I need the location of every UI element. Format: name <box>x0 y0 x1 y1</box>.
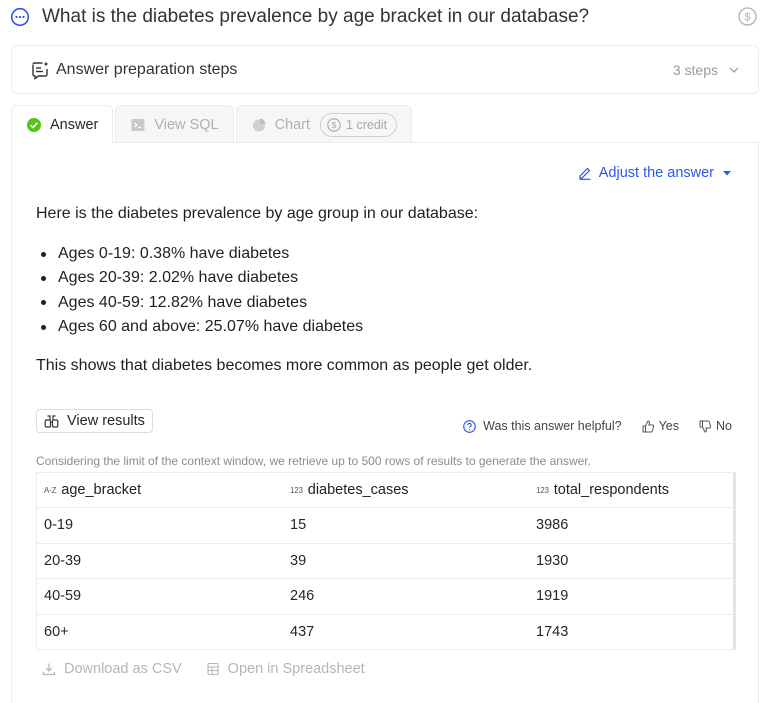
bullet-dot <box>41 275 46 281</box>
table-cell: 20-39 <box>44 552 82 569</box>
number-type-icon: 123 <box>536 485 549 495</box>
question-header: What is the diabetes prevalence by age b… <box>10 4 760 30</box>
table-row: 40-59 246 1919 <box>37 578 733 614</box>
table-cell: 3986 <box>536 517 569 534</box>
download-csv-button[interactable]: Download as CSV <box>42 661 182 677</box>
list-item: Ages 40-59: 12.82% have diabetes <box>36 291 363 315</box>
spreadsheet-icon <box>206 662 220 676</box>
context-window-note: Considering the limit of the context win… <box>36 454 591 468</box>
adjust-answer-label: Adjust the answer <box>598 165 714 181</box>
column-header-total-respondents[interactable]: 123 total_respondents <box>529 482 733 498</box>
list-item: Ages 60 and above: 25.07% have diabetes <box>36 315 363 339</box>
open-spreadsheet-button[interactable]: Open in Spreadsheet <box>206 661 365 677</box>
table-cell: 40-59 <box>44 588 82 605</box>
dollar-coin-icon: $ <box>327 117 341 132</box>
thumbs-up-icon <box>642 419 655 433</box>
table-cell: 1919 <box>536 588 569 605</box>
pencil-icon <box>578 166 592 180</box>
feedback-yes-button[interactable]: Yes <box>642 419 679 433</box>
view-results-label: View results <box>67 413 145 429</box>
column-header-diabetes-cases[interactable]: 123 diabetes_cases <box>283 482 529 498</box>
steps-count: 3 steps <box>672 61 718 78</box>
tab-answer[interactable]: Answer <box>11 105 114 144</box>
table-cell: 15 <box>290 517 307 534</box>
answer-intro: Here is the diabetes prevalence by age g… <box>36 205 479 222</box>
feedback-yes-label: Yes <box>658 419 680 433</box>
pie-chart-icon <box>251 117 267 133</box>
dollar-coin-icon[interactable]: $ <box>738 7 757 26</box>
table-header-row: A-Z age_bracket 123 diabetes_cases 123 t… <box>37 473 733 507</box>
answer-feedback: Was this answer helpful? Yes No <box>463 419 732 433</box>
tab-answer-label: Answer <box>50 117 99 133</box>
chat-bubble-icon <box>10 7 30 27</box>
bullet-dot <box>41 251 46 257</box>
table-cell: 246 <box>290 588 315 605</box>
steps-label: Answer preparation steps <box>56 60 238 78</box>
feedback-no-label: No <box>716 419 732 433</box>
bullet-text: Ages 0-19: 0.38% have diabetes <box>58 245 290 263</box>
svg-text:$: $ <box>332 120 337 130</box>
column-header-label: diabetes_cases <box>307 482 409 498</box>
question-title: What is the diabetes prevalence by age b… <box>42 6 590 27</box>
tab-view-sql[interactable]: View SQL <box>115 105 234 143</box>
download-icon <box>42 662 56 676</box>
feedback-no-button[interactable]: No <box>699 419 732 433</box>
table-cell: 39 <box>290 552 307 569</box>
bullet-text: Ages 40-59: 12.82% have diabetes <box>58 293 308 311</box>
bullet-text: Ages 20-39: 2.02% have diabetes <box>58 269 299 287</box>
bullet-dot <box>41 300 46 306</box>
credit-badge-label: 1 credit <box>346 117 388 132</box>
table-row: 0-19 15 3986 <box>37 507 733 543</box>
answer-panel: Adjust the answer Here is the diabetes p… <box>11 142 759 703</box>
credit-badge: $ 1 credit <box>320 112 398 137</box>
table-cell: 0-19 <box>44 517 74 534</box>
table-cell: 60+ <box>44 623 69 640</box>
caret-down-icon <box>722 168 732 178</box>
check-circle-icon <box>26 117 42 133</box>
results-actions: Download as CSV Open in Spreadsheet <box>42 661 389 677</box>
column-header-age-bracket[interactable]: A-Z age_bracket <box>37 482 283 498</box>
tab-view-sql-label: View SQL <box>154 116 219 133</box>
open-spreadsheet-label: Open in Spreadsheet <box>227 661 365 677</box>
list-item: Ages 0-19: 0.38% have diabetes <box>36 242 363 266</box>
answer-bullet-list: Ages 0-19: 0.38% have diabetes Ages 20-3… <box>36 242 363 339</box>
table-cell: 1930 <box>536 552 569 569</box>
tab-chart[interactable]: Chart $ 1 credit <box>235 105 413 143</box>
bullet-text: Ages 60 and above: 25.07% have diabetes <box>58 318 364 336</box>
column-header-label: age_bracket <box>61 482 142 498</box>
table-cell: 1743 <box>536 623 569 640</box>
view-results-button[interactable]: View results <box>36 409 153 433</box>
table-cell: 437 <box>290 623 315 640</box>
terminal-icon <box>130 117 146 133</box>
table-row: 20-39 39 1930 <box>37 542 733 579</box>
table-row: 60+ 437 1743 <box>37 613 733 650</box>
list-item: Ages 20-39: 2.02% have diabetes <box>36 266 363 290</box>
chevron-down-icon[interactable] <box>728 64 740 76</box>
results-table: A-Z age_bracket 123 diabetes_cases 123 t… <box>36 472 736 650</box>
svg-text:$: $ <box>744 12 750 24</box>
adjust-answer-button[interactable]: Adjust the answer <box>578 165 732 181</box>
bullet-dot <box>41 324 46 330</box>
download-csv-label: Download as CSV <box>64 661 182 677</box>
answer-tabs: Answer View SQL Chart $ 1 credit <box>11 105 414 144</box>
question-circle-icon <box>463 419 476 433</box>
answer-preparation-steps[interactable]: Answer preparation steps 3 steps <box>11 45 759 94</box>
binoculars-icon <box>44 414 59 429</box>
text-type-icon: A-Z <box>44 485 57 495</box>
thumbs-down-icon <box>699 420 712 433</box>
feedback-question: Was this answer helpful? <box>483 419 622 433</box>
tab-chart-label: Chart <box>274 116 311 133</box>
steps-sparkle-icon <box>30 60 50 80</box>
column-header-label: total_respondents <box>553 482 670 498</box>
number-type-icon: 123 <box>290 485 303 495</box>
answer-summary: This shows that diabetes becomes more co… <box>36 357 533 374</box>
